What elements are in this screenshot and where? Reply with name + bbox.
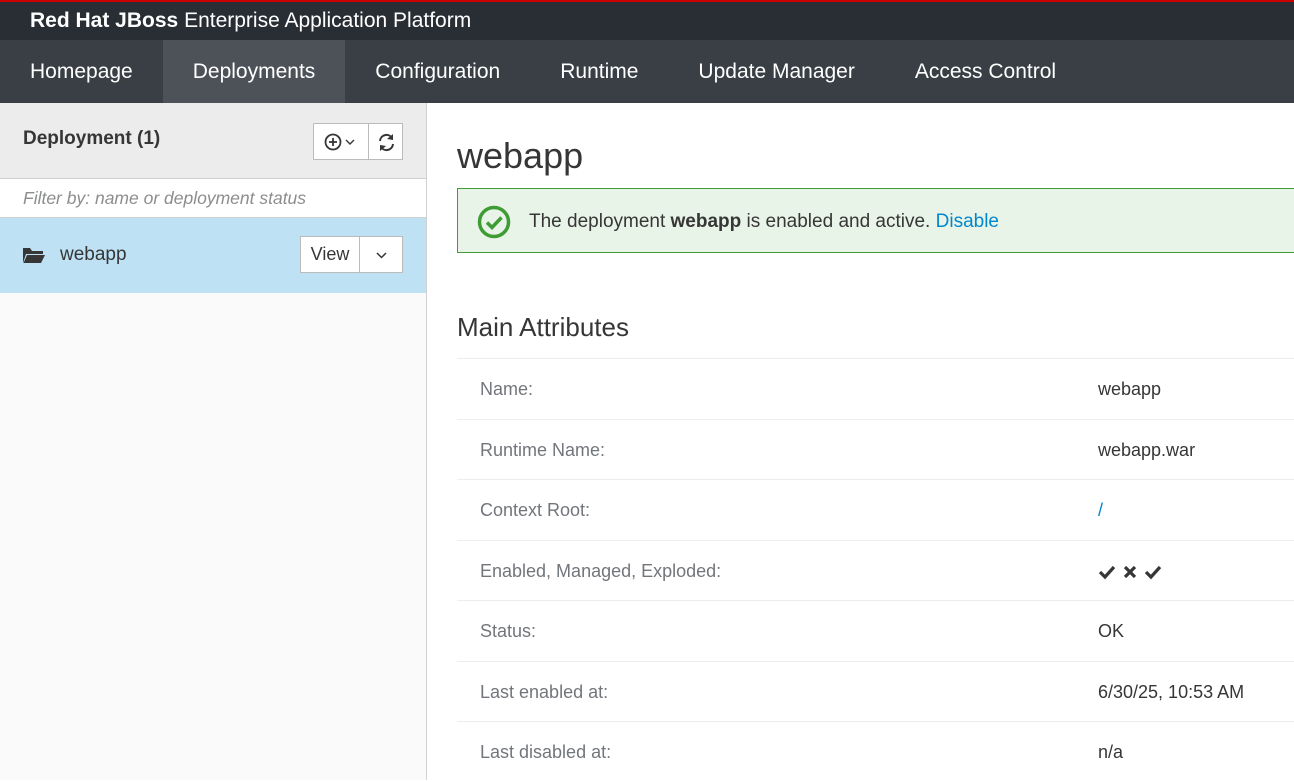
attribute-key: Enabled, Managed, Exploded: — [480, 560, 722, 581]
filter-input[interactable] — [0, 179, 426, 217]
alert-message: The deployment webapp is enabled and act… — [529, 211, 999, 233]
brand-rest: Enterprise Application Platform — [184, 9, 472, 32]
brand-bold: Red Hat JBoss — [30, 9, 179, 32]
nav-configuration[interactable]: Configuration — [345, 40, 530, 103]
attribute-value: webapp.war — [1098, 439, 1196, 460]
top-bar: Red Hat JBoss Enterprise Application Pla… — [0, 0, 1294, 40]
attribute-row-last-enabled: Last enabled at: 6/30/25, 10:53 AM — [457, 660, 1294, 722]
check-icon — [1098, 565, 1116, 579]
attribute-row-context-root: Context Root: / — [457, 479, 1294, 540]
sidebar-header: Deployment (1) — [0, 103, 426, 179]
disable-link[interactable]: Disable — [936, 211, 999, 232]
attribute-row-runtime-name: Runtime Name: webapp.war — [457, 418, 1294, 480]
attribute-value: 6/30/25, 10:53 AM — [1098, 681, 1245, 702]
attribute-row-name: Name: webapp — [457, 358, 1294, 419]
attribute-row-flags: Enabled, Managed, Exploded: — [457, 539, 1294, 601]
alert-prefix: The deployment — [529, 211, 671, 232]
folder-open-icon — [23, 248, 45, 263]
sidebar-title: Deployment (1) — [23, 128, 161, 149]
view-button[interactable]: View — [300, 236, 360, 273]
attribute-row-last-disabled: Last disabled at: n/a — [457, 721, 1294, 782]
main-content: webapp The deployment webapp is enabled … — [427, 103, 1294, 780]
attribute-key: Runtime Name: — [480, 439, 606, 460]
alert-suffix: is enabled and active. — [741, 211, 936, 232]
attribute-key: Status: — [480, 621, 537, 641]
check-circle-icon — [477, 205, 511, 239]
deployment-sidebar: Deployment (1) webapp View — [0, 103, 427, 780]
filter-field-wrap — [0, 179, 426, 218]
attribute-key: Last enabled at: — [480, 681, 609, 702]
attribute-value: n/a — [1098, 742, 1124, 762]
attributes-table: Name: webapp Runtime Name: webapp.war Co… — [457, 358, 1294, 782]
alert-deployment-name: webapp — [670, 211, 742, 232]
attribute-flags — [1098, 561, 1162, 583]
brand-logo[interactable]: Red Hat JBoss Enterprise Application Pla… — [30, 9, 471, 33]
deployment-list-item[interactable]: webapp View — [0, 218, 426, 293]
chevron-down-icon — [376, 252, 387, 259]
section-title: Main Attributes — [457, 312, 629, 342]
status-alert: The deployment webapp is enabled and act… — [457, 188, 1294, 253]
cross-icon — [1123, 565, 1137, 578]
check-icon — [1144, 565, 1162, 579]
attribute-key: Name: — [480, 379, 534, 399]
refresh-icon — [379, 133, 394, 152]
attribute-value: OK — [1098, 621, 1125, 641]
attribute-key: Last disabled at: — [480, 742, 612, 762]
attribute-value: / — [1098, 500, 1103, 521]
attribute-value: webapp — [1098, 379, 1162, 399]
nav-homepage[interactable]: Homepage — [0, 40, 163, 103]
nav-update-manager[interactable]: Update Manager — [668, 40, 884, 103]
main-nav: Homepage Deployments Configuration Runti… — [0, 40, 1294, 103]
plus-circle-icon — [324, 133, 355, 151]
nav-runtime[interactable]: Runtime — [530, 40, 668, 103]
page-title: webapp — [457, 135, 584, 176]
refresh-button[interactable] — [368, 123, 403, 160]
attribute-row-status: Status: OK — [457, 600, 1294, 661]
attribute-key: Context Root: — [480, 500, 591, 520]
item-actions-dropdown[interactable] — [359, 236, 403, 273]
context-root-link[interactable]: / — [1098, 500, 1103, 520]
nav-deployments[interactable]: Deployments — [162, 40, 346, 103]
deployment-name: webapp — [60, 244, 127, 265]
add-deployment-button[interactable] — [313, 123, 369, 160]
nav-access-control[interactable]: Access Control — [885, 40, 1086, 103]
